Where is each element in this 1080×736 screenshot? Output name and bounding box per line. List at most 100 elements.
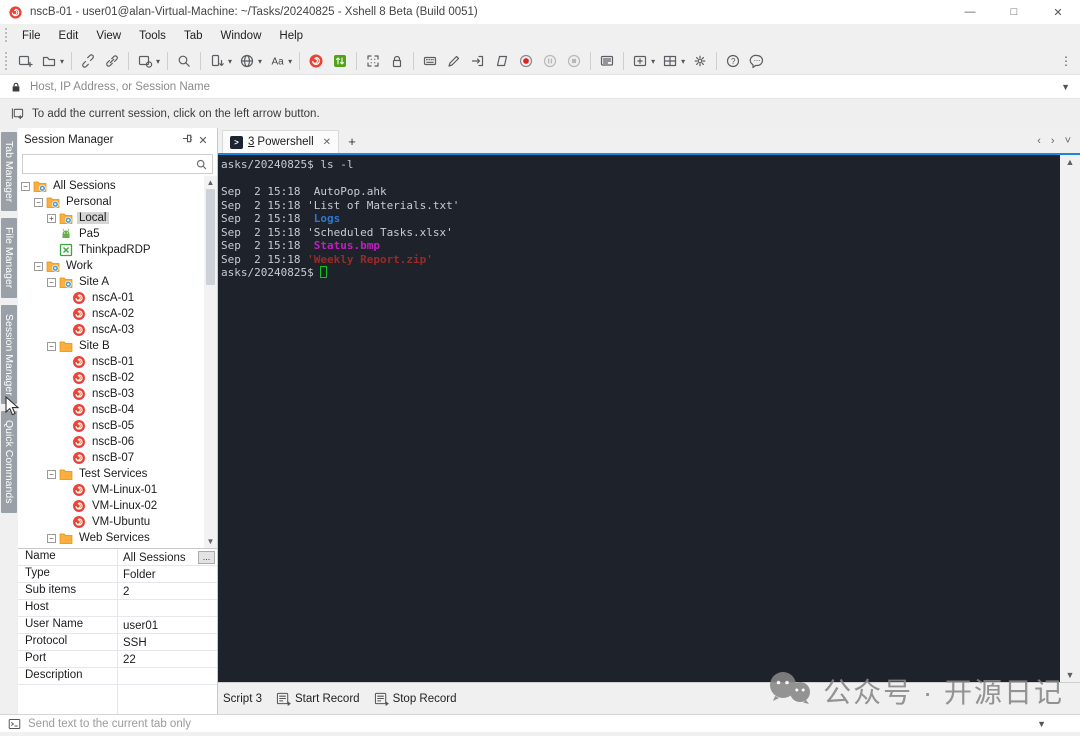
tree-item-vm-linux-02[interactable]: VM-Linux-02 xyxy=(18,498,204,514)
tree-item-test-services[interactable]: − Test Services xyxy=(18,466,204,482)
open-folder-icon[interactable] xyxy=(37,49,61,73)
expander-plus-icon[interactable]: + xyxy=(47,213,56,223)
menu-view[interactable]: View xyxy=(87,27,130,45)
toolbar-overflow-icon[interactable]: ⋮ xyxy=(1060,54,1072,68)
tab-powershell[interactable]: > 3 Powershell ✕ xyxy=(222,130,340,153)
session-dialog-icon[interactable] xyxy=(595,49,619,73)
web-browser-icon[interactable] xyxy=(235,49,259,73)
pin-icon[interactable] xyxy=(179,133,195,147)
tree-item-web-services[interactable]: − Web Services xyxy=(18,530,204,546)
property-row-port[interactable]: Port 22 xyxy=(18,651,217,668)
new-tab-dropdown-icon[interactable]: ▾ xyxy=(651,57,655,66)
property-row-description[interactable]: Description xyxy=(18,668,217,685)
open-folder-dropdown-icon[interactable]: ▾ xyxy=(60,57,64,66)
tree-item-nscb-01[interactable]: nscB-01 xyxy=(18,354,204,370)
session-properties-dropdown-icon[interactable]: ▾ xyxy=(156,57,160,66)
send-text-input[interactable]: Send text to the current tab only xyxy=(28,718,191,730)
font-size-icon[interactable]: Aa xyxy=(265,49,289,73)
panel-close-icon[interactable]: ✕ xyxy=(195,134,211,147)
property-row-type[interactable]: Type Folder xyxy=(18,566,217,583)
tab-settings-icon[interactable] xyxy=(688,49,712,73)
close-icon[interactable]: ✕ xyxy=(1036,0,1080,24)
virtual-keyboard-icon[interactable] xyxy=(418,49,442,73)
tab-scroll-left-icon[interactable]: ‹ xyxy=(1032,135,1046,147)
tree-item-nscb-06[interactable]: nscB-06 xyxy=(18,434,204,450)
run-script-icon[interactable] xyxy=(490,49,514,73)
tree-item-nscb-07[interactable]: nscB-07 xyxy=(18,450,204,466)
tree-item-nscb-03[interactable]: nscB-03 xyxy=(18,386,204,402)
new-tab-icon[interactable] xyxy=(628,49,652,73)
new-tab-button[interactable]: + xyxy=(341,130,363,153)
terminal-scroll-up-icon[interactable]: ▲ xyxy=(1060,155,1080,169)
terminal-scroll-down-icon[interactable]: ▼ xyxy=(1060,668,1080,682)
toolbar-grip[interactable] xyxy=(4,51,8,70)
send-input-icon[interactable] xyxy=(466,49,490,73)
menu-edit[interactable]: Edit xyxy=(50,27,88,45)
tree-item-all-sessions[interactable]: − All Sessions xyxy=(18,178,204,194)
tree-item-personal[interactable]: − Personal xyxy=(18,194,204,210)
tree-item-vm-linux-01[interactable]: VM-Linux-01 xyxy=(18,482,204,498)
scroll-down-icon[interactable]: ▼ xyxy=(204,535,217,548)
expander-minus-icon[interactable]: − xyxy=(34,261,43,271)
expander-minus-icon[interactable]: − xyxy=(47,533,56,543)
tree-scrollbar[interactable]: ▲ ▼ xyxy=(204,176,217,548)
scroll-up-icon[interactable]: ▲ xyxy=(204,176,217,189)
expander-minus-icon[interactable]: − xyxy=(21,181,30,191)
tree-item-work[interactable]: − Work xyxy=(18,258,204,274)
expander-minus-icon[interactable]: − xyxy=(47,341,56,351)
maximize-icon[interactable]: □ xyxy=(992,0,1036,24)
expander-minus-icon[interactable]: − xyxy=(47,469,56,479)
pause-record-icon[interactable] xyxy=(538,49,562,73)
tree-item-nscb-02[interactable]: nscB-02 xyxy=(18,370,204,386)
new-file-transfer-icon[interactable] xyxy=(205,49,229,73)
menu-file[interactable]: File xyxy=(13,27,50,45)
xftp-app-icon[interactable] xyxy=(328,49,352,73)
terminal-screen[interactable]: asks/20240825$ ls -l Sep 2 15:18 AutoPop… xyxy=(218,155,1060,682)
tree-item-nsca-01[interactable]: nscA-01 xyxy=(18,290,204,306)
quick-command-stop-record[interactable]: Stop Record xyxy=(374,692,457,706)
stop-record-icon[interactable] xyxy=(562,49,586,73)
feedback-icon[interactable] xyxy=(745,49,769,73)
quick-command-start-record[interactable]: Start Record xyxy=(276,692,360,706)
tab-layout-icon[interactable] xyxy=(658,49,682,73)
compose-bar-icon[interactable] xyxy=(442,49,466,73)
tab-scroll-right-icon[interactable]: › xyxy=(1046,135,1060,147)
new-file-transfer-dropdown-icon[interactable]: ▾ xyxy=(228,57,232,66)
tree-item-thinkpadrdp[interactable]: ThinkpadRDP xyxy=(18,242,204,258)
tree-item-nsca-03[interactable]: nscA-03 xyxy=(18,322,204,338)
send-dropdown-icon[interactable]: ▼ xyxy=(1037,719,1046,729)
tree-item-pa5[interactable]: Pa5 xyxy=(18,226,204,242)
menu-tools[interactable]: Tools xyxy=(130,27,175,45)
session-properties-icon[interactable] xyxy=(133,49,157,73)
property-row-protocol[interactable]: Protocol SSH xyxy=(18,634,217,651)
reconnect-icon[interactable] xyxy=(100,49,124,73)
address-dropdown-icon[interactable]: ▼ xyxy=(1061,82,1070,92)
tree-item-nscb-05[interactable]: nscB-05 xyxy=(18,418,204,434)
help-icon[interactable]: ? xyxy=(721,49,745,73)
tab-close-icon[interactable]: ✕ xyxy=(323,137,331,148)
tree-item-partial[interactable] xyxy=(18,546,204,548)
menubar-grip[interactable] xyxy=(4,27,8,44)
tree-item-nscb-04[interactable]: nscB-04 xyxy=(18,402,204,418)
address-input[interactable]: Host, IP Address, or Session Name xyxy=(30,81,210,93)
session-search-input[interactable] xyxy=(22,154,213,174)
menu-tab[interactable]: Tab xyxy=(175,27,212,45)
tab-list-icon[interactable]: ˅ xyxy=(1060,135,1076,147)
tree-item-site-a[interactable]: − Site A xyxy=(18,274,204,290)
font-size-dropdown-icon[interactable]: ▾ xyxy=(288,57,292,66)
menu-help[interactable]: Help xyxy=(270,27,312,45)
menu-window[interactable]: Window xyxy=(211,27,270,45)
start-record-icon[interactable] xyxy=(514,49,538,73)
disconnect-icon[interactable] xyxy=(76,49,100,73)
property-row-host[interactable]: Host xyxy=(18,600,217,617)
side-tab-quick-commands[interactable]: Quick Commands xyxy=(1,411,17,513)
side-tab-file-manager[interactable]: File Manager xyxy=(1,218,17,298)
expander-minus-icon[interactable]: − xyxy=(47,277,56,287)
fullscreen-icon[interactable] xyxy=(361,49,385,73)
side-tab-tab-manager[interactable]: Tab Manager xyxy=(1,132,17,212)
tree-item-site-b[interactable]: − Site B xyxy=(18,338,204,354)
new-session-icon[interactable] xyxy=(13,49,37,73)
web-browser-dropdown-icon[interactable]: ▾ xyxy=(258,57,262,66)
tree-item-nsca-02[interactable]: nscA-02 xyxy=(18,306,204,322)
quick-command-script-3[interactable]: Script 3 xyxy=(223,693,262,705)
